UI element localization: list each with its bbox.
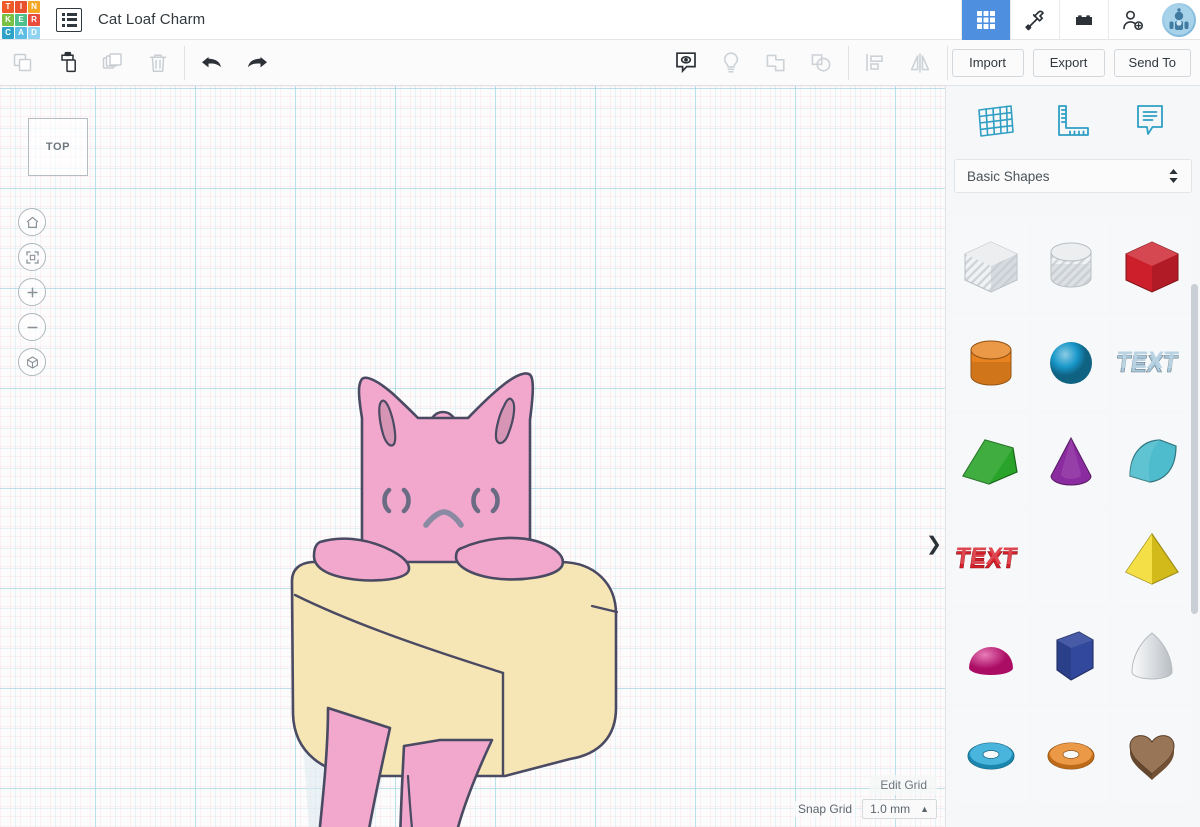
paste-icon[interactable]	[45, 40, 90, 86]
panel-mode-icons	[946, 86, 1200, 155]
shapes-panel: Basic Shapes TEXT TEXT	[945, 86, 1200, 827]
zoom-in-button[interactable]	[18, 278, 46, 306]
app-header: TIN KER CAD Cat Loaf Charm	[0, 0, 1200, 40]
list-icon[interactable]	[56, 8, 82, 32]
copy-icon[interactable]	[0, 40, 45, 86]
shape-library-label: Basic Shapes	[967, 169, 1050, 184]
orthographic-toggle-button[interactable]	[18, 348, 46, 376]
logo-tile-t: T	[2, 1, 14, 13]
workplane-grid-icon[interactable]	[969, 96, 1023, 146]
ruler-icon[interactable]	[1046, 96, 1100, 146]
mirror-flip-icon[interactable]	[898, 40, 943, 86]
snap-grid-row: Snap Grid 1.0 mm ▲	[795, 799, 937, 819]
history-tool-group	[189, 40, 279, 86]
main-toolbar: Import Export Send To	[0, 40, 1200, 86]
fit-to-view-button[interactable]	[18, 243, 46, 271]
shape-heart-brown[interactable]	[1113, 707, 1191, 802]
tinkercad-app: TIN KER CAD Cat Loaf Charm	[0, 0, 1200, 827]
ungroup-icon[interactable]	[799, 40, 844, 86]
workplane-canvas[interactable]: TOP	[0, 86, 945, 827]
edit-tool-group	[0, 40, 180, 86]
logo-tile-r: R	[28, 14, 40, 26]
gallery-grid-icon[interactable]	[961, 0, 1010, 40]
shapes-scrollbar[interactable]	[1191, 214, 1198, 827]
toolbar-divider-2	[848, 46, 849, 80]
show-hide-eye-icon[interactable]	[664, 40, 709, 86]
page-title: Cat Loaf Charm	[98, 11, 205, 28]
object-tool-group	[664, 40, 943, 86]
logo-tile-c: C	[2, 27, 14, 39]
home-view-button[interactable]	[18, 208, 46, 236]
add-user-icon[interactable]	[1108, 0, 1157, 40]
group-icon[interactable]	[754, 40, 799, 86]
view-cube[interactable]: TOP	[28, 118, 88, 176]
shape-sphere-blue[interactable]	[1033, 315, 1111, 410]
shape-text-red[interactable]: TEXT TEXT	[952, 511, 1030, 606]
stepper-icon	[1168, 168, 1179, 184]
tinkercad-logo[interactable]: TIN KER CAD	[0, 0, 42, 40]
caret-up-icon: ▲	[920, 804, 929, 814]
zoom-out-button[interactable]	[18, 313, 46, 341]
logo-tile-a: A	[15, 27, 27, 39]
logo-tile-i: I	[15, 1, 27, 13]
delete-trash-icon[interactable]	[135, 40, 180, 86]
grid-controls: Edit Grid Snap Grid 1.0 mm ▲	[795, 775, 937, 819]
hammer-icon[interactable]	[1010, 0, 1059, 40]
shape-torus-cyan[interactable]	[952, 707, 1030, 802]
shape-library-select[interactable]: Basic Shapes	[954, 159, 1192, 193]
send-to-button[interactable]: Send To	[1114, 49, 1191, 77]
svg-text:TEXT: TEXT	[1116, 347, 1180, 374]
toolbar-divider	[184, 46, 185, 80]
view-cube-face-label: TOP	[46, 141, 70, 153]
notes-comment-icon[interactable]	[1123, 96, 1177, 146]
toolbar-divider-3	[947, 46, 948, 80]
shape-pyramid-yellow[interactable]	[1113, 511, 1191, 606]
shape-cylinder-orange[interactable]	[952, 315, 1030, 410]
shape-wedge-green[interactable]	[952, 413, 1030, 508]
logo-tile-e: E	[15, 14, 27, 26]
svg-text:TEXT: TEXT	[955, 543, 1019, 570]
shape-hexprism-navy[interactable]	[1033, 609, 1111, 704]
scrollbar-thumb[interactable]	[1191, 284, 1198, 614]
collapse-panel-button[interactable]: ❯	[925, 529, 943, 559]
shape-tube-orange[interactable]	[1033, 707, 1111, 802]
logo-tile-k: K	[2, 14, 14, 26]
logo-tile-d: D	[28, 27, 40, 39]
lightbulb-icon[interactable]	[709, 40, 754, 86]
shape-text-light-blue[interactable]: TEXT TEXT	[1113, 315, 1191, 410]
navigation-controls	[18, 208, 46, 376]
shape-polygon-navy[interactable]	[1033, 511, 1111, 606]
cat-loaf-charm-model[interactable]	[0, 86, 945, 827]
shape-halfsphere-magenta[interactable]	[952, 609, 1030, 704]
duplicate-icon[interactable]	[90, 40, 135, 86]
snap-grid-select[interactable]: 1.0 mm ▲	[862, 799, 937, 819]
export-button[interactable]: Export	[1033, 49, 1105, 77]
shape-box-red[interactable]	[1113, 217, 1191, 312]
import-button[interactable]: Import	[952, 49, 1024, 77]
shape-paraboloid-gray[interactable]	[1113, 609, 1191, 704]
undo-icon[interactable]	[189, 40, 234, 86]
shape-cone-purple[interactable]	[1033, 413, 1111, 508]
avatar[interactable]	[1157, 0, 1200, 40]
snap-grid-value: 1.0 mm	[870, 802, 910, 816]
blocks-brick-icon[interactable]	[1059, 0, 1108, 40]
shape-box-hole[interactable]	[952, 217, 1030, 312]
edit-grid-button[interactable]: Edit Grid	[870, 775, 937, 795]
logo-tile-n: N	[28, 1, 40, 13]
redo-icon[interactable]	[234, 40, 279, 86]
align-icon[interactable]	[853, 40, 898, 86]
shape-palette[interactable]: TEXT TEXT TEXT TEXT	[946, 214, 1200, 827]
shape-roof-teal[interactable]	[1113, 413, 1191, 508]
header-actions	[961, 0, 1200, 40]
shape-cylinder-hole[interactable]	[1033, 217, 1111, 312]
snap-grid-label: Snap Grid	[795, 801, 855, 817]
